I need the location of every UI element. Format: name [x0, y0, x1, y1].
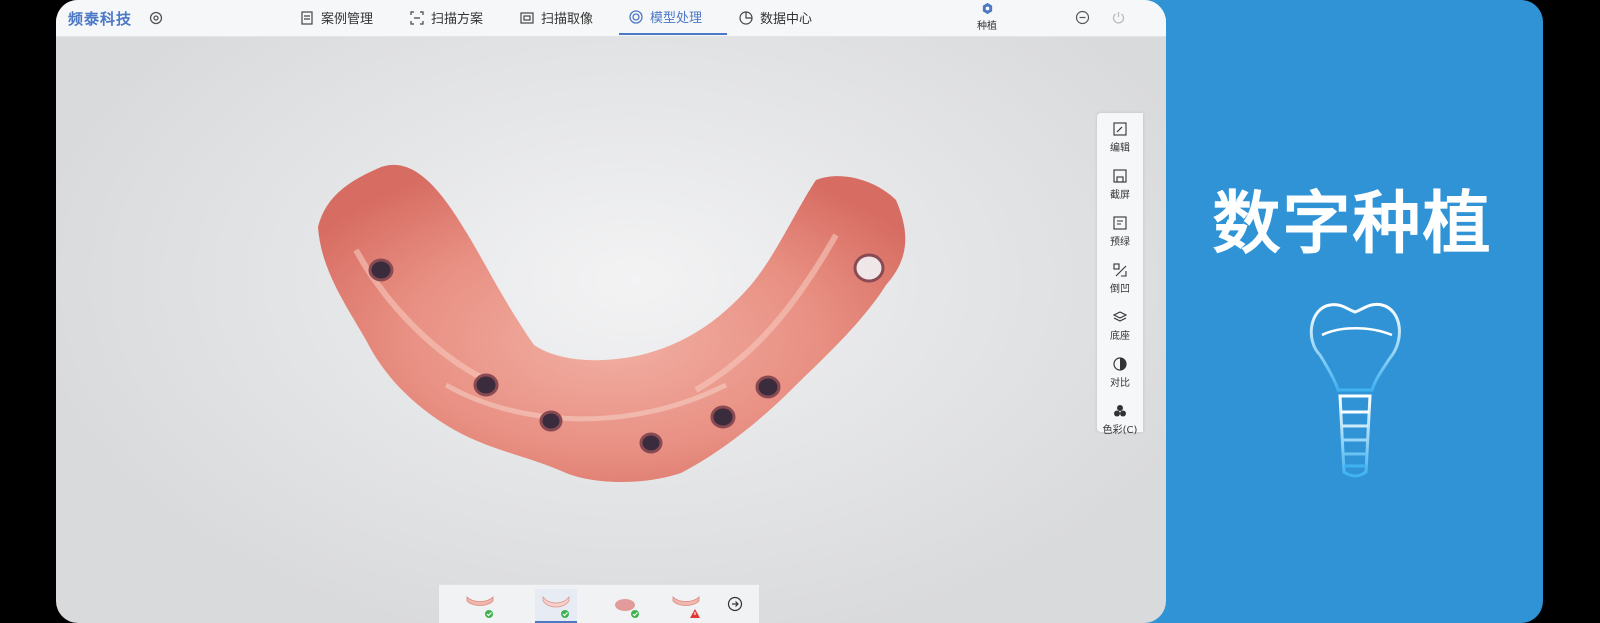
edit-icon	[1113, 122, 1127, 136]
case-icon	[301, 10, 313, 25]
jaw-scan-model[interactable]	[296, 155, 916, 495]
app-window: 频泰科技 案例管理 扫描方案 扫描取像 模型处理 数据中心 种植 编辑 截屏 预…	[56, 0, 1166, 623]
tool-panel: 编辑 截屏 预绿 倒凹 底座 对比 色彩(C)	[1097, 113, 1143, 436]
tab-label: 案例管理	[321, 12, 374, 27]
save-icon	[1113, 169, 1127, 183]
tab-scan-capture[interactable]: 扫描取像	[510, 0, 603, 35]
tool-label: 色彩(C)	[1102, 425, 1138, 436]
tool-color[interactable]: 色彩(C)	[1097, 398, 1143, 442]
settings-icon[interactable]	[148, 10, 164, 26]
lower-jaw-icon	[542, 595, 570, 618]
tool-label: 截屏	[1110, 190, 1130, 201]
tab-model-processing[interactable]: 模型处理	[619, 0, 727, 35]
tool-screenshot[interactable]: 截屏	[1097, 163, 1143, 207]
tool-label: 对比	[1110, 378, 1130, 389]
step-bite[interactable]	[605, 589, 647, 621]
tool-base[interactable]: 底座	[1097, 304, 1143, 348]
tab-case-management[interactable]: 案例管理	[290, 0, 383, 35]
tab-data-center[interactable]: 数据中心	[729, 0, 822, 35]
pie-chart-icon	[739, 10, 753, 25]
tool-edit[interactable]: 编辑	[1097, 116, 1143, 160]
model-icon	[629, 9, 643, 24]
minimize-icon[interactable]	[1075, 10, 1090, 25]
step-upper-jaw[interactable]	[459, 589, 501, 621]
tool-label: 底座	[1110, 331, 1130, 342]
implant-label: 种植	[977, 21, 997, 32]
capture-icon	[520, 11, 534, 24]
bite-icon	[615, 599, 639, 618]
tab-label: 数据中心	[760, 12, 813, 27]
layers-icon	[1113, 311, 1127, 322]
contrast-icon	[1113, 357, 1127, 371]
jaw-scan-icon	[672, 596, 700, 618]
undercut-icon	[1113, 263, 1127, 277]
tab-scan-plan[interactable]: 扫描方案	[400, 0, 493, 35]
dental-implant-icon	[1309, 302, 1401, 478]
tool-label: 预绿	[1110, 237, 1130, 248]
app-logo: 频泰科技	[68, 10, 133, 28]
tool-preview[interactable]: 预绿	[1097, 210, 1143, 254]
tab-label: 模型处理	[650, 11, 703, 26]
next-arrow-icon[interactable]	[727, 596, 743, 612]
preview-icon	[1113, 216, 1127, 230]
upper-jaw-icon	[466, 596, 494, 618]
tab-label: 扫描方案	[431, 12, 484, 27]
tool-label: 编辑	[1110, 143, 1130, 154]
top-toolbar: 频泰科技 案例管理 扫描方案 扫描取像 模型处理 数据中心 种植	[56, 0, 1166, 37]
implant-button[interactable]: 种植	[970, 2, 1004, 34]
implant-icon	[982, 2, 992, 15]
tool-undercut[interactable]: 倒凹	[1097, 257, 1143, 301]
step-jaw-scan[interactable]	[665, 589, 707, 621]
color-icon	[1114, 405, 1126, 417]
power-icon[interactable]	[1111, 10, 1126, 25]
scan-frame-icon	[410, 10, 424, 25]
tool-label: 倒凹	[1110, 284, 1130, 295]
tool-compare[interactable]: 对比	[1097, 351, 1143, 395]
step-lower-jaw[interactable]	[535, 589, 577, 623]
step-bar	[439, 584, 759, 623]
promo-title: 数字种植	[1212, 185, 1493, 264]
tab-label: 扫描取像	[541, 12, 594, 27]
